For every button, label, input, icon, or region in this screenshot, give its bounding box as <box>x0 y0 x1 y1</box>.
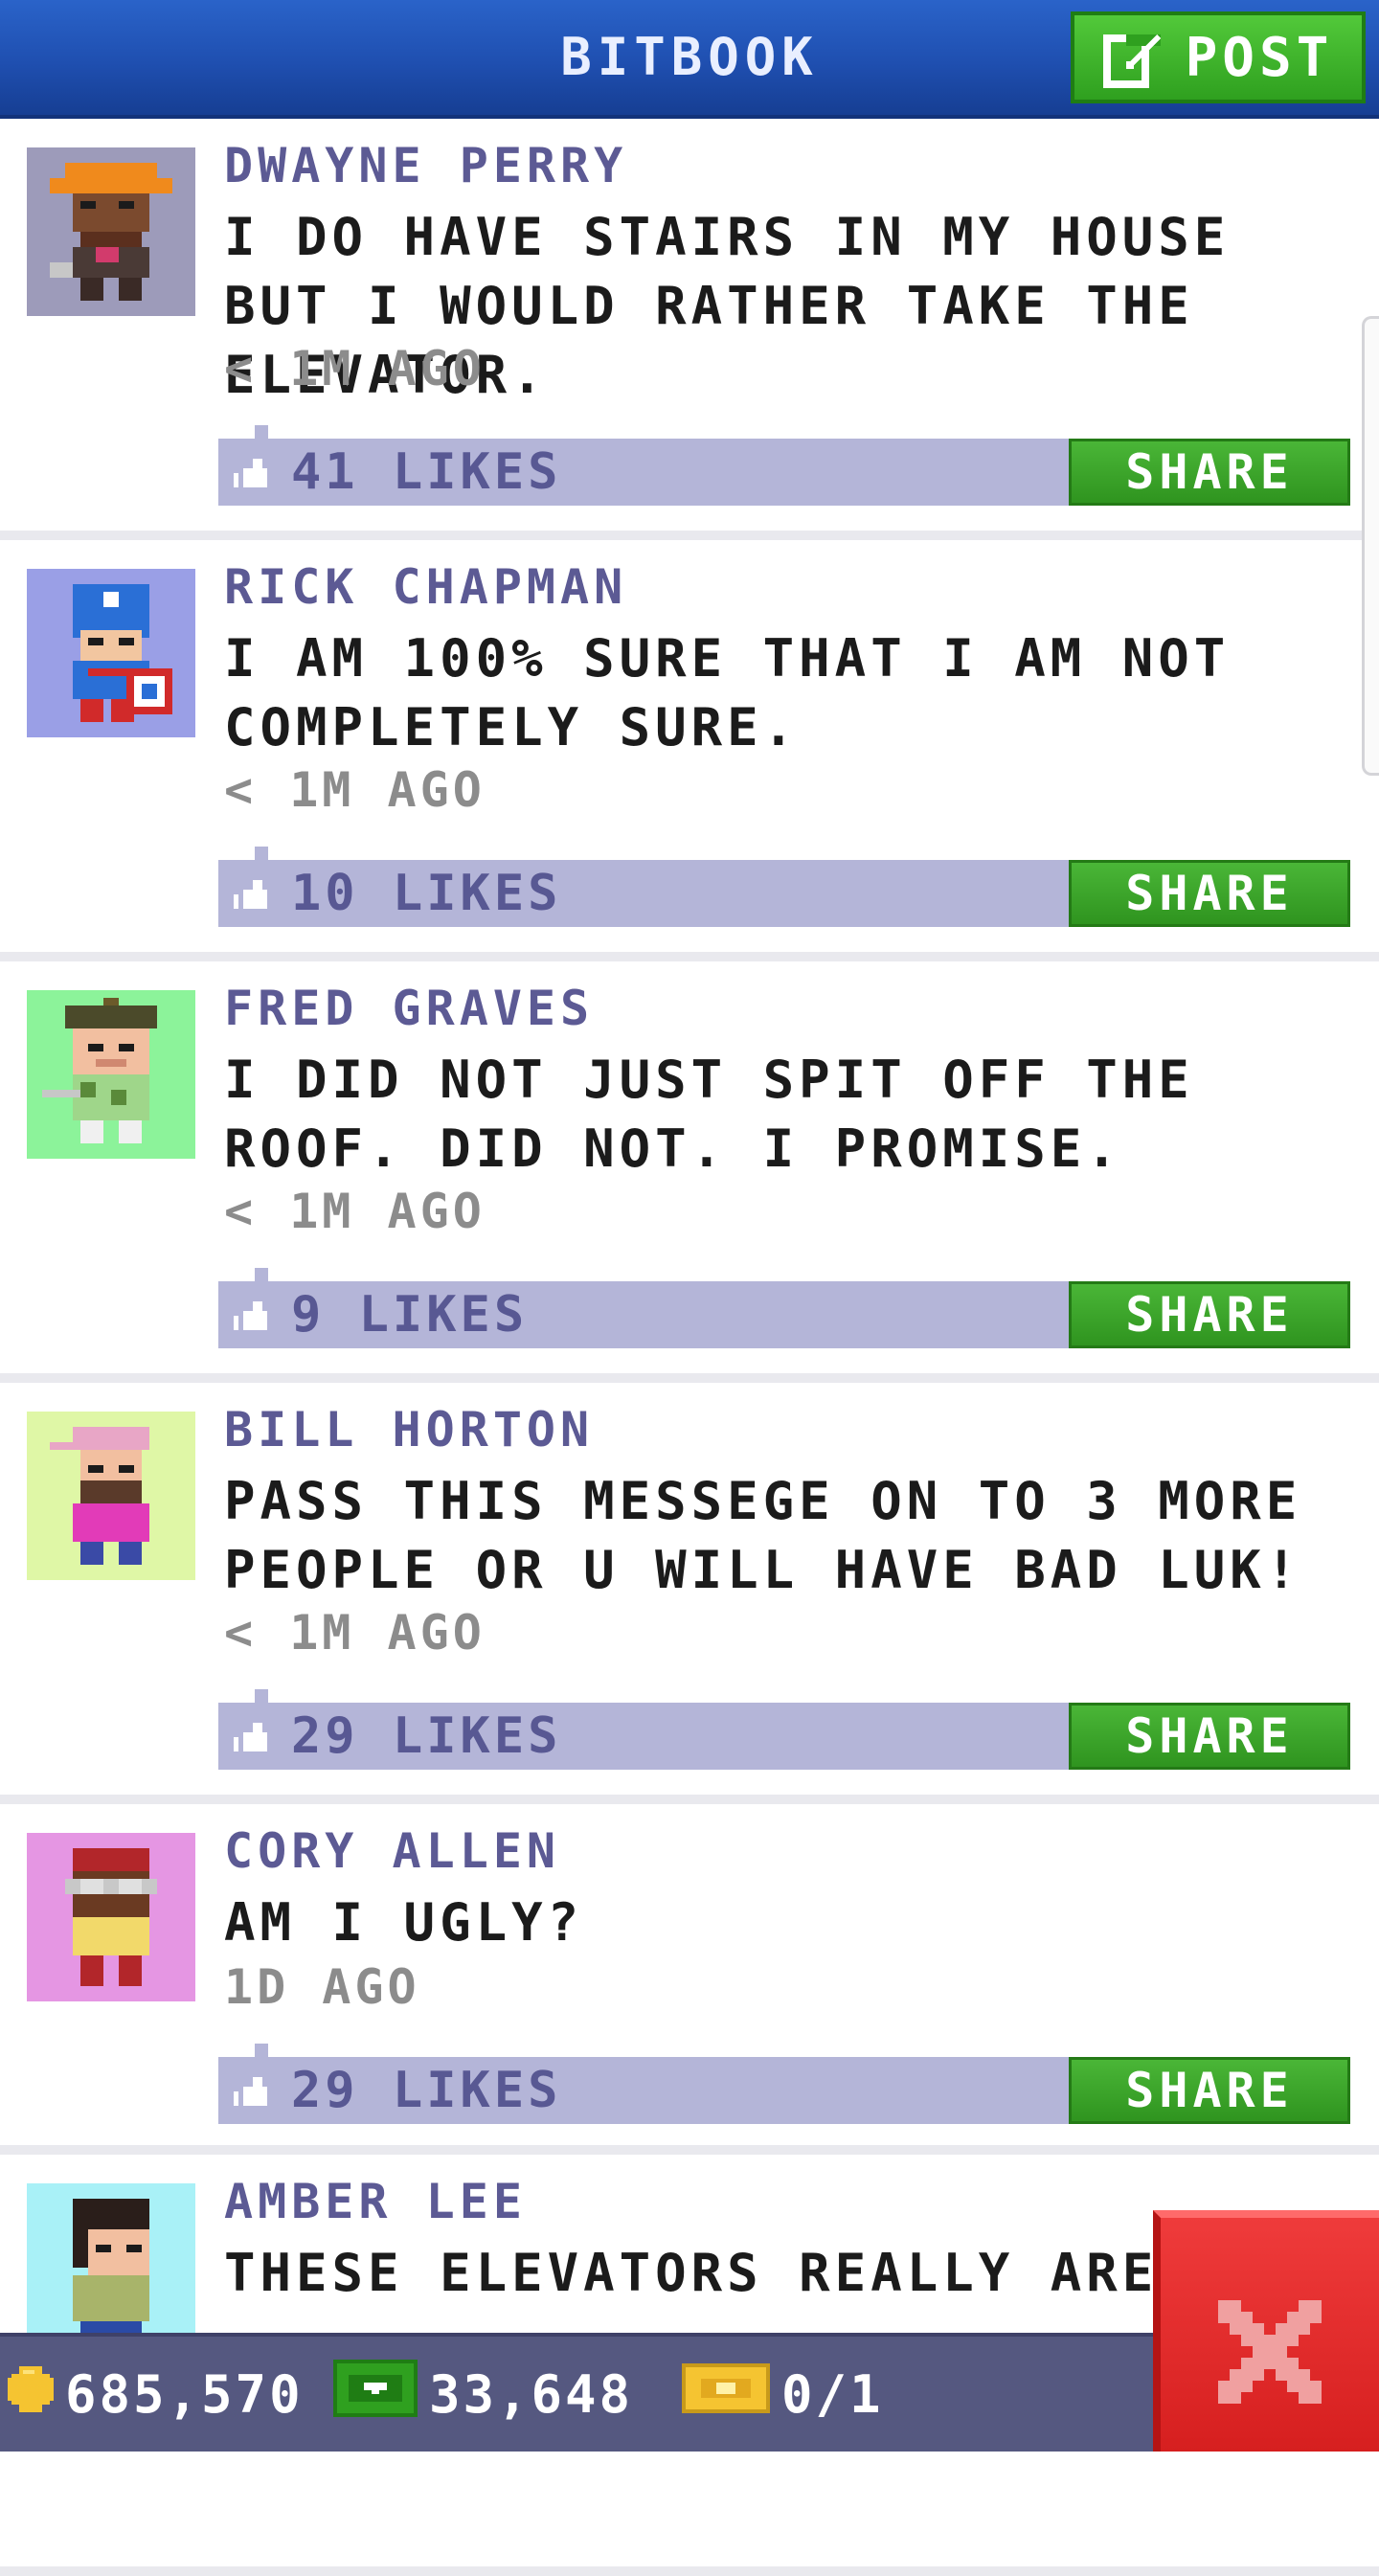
feed-post: BILL HORTON PASS THIS MESSEGE ON TO 3 MO… <box>0 1383 1379 1804</box>
post-feed[interactable]: DWAYNE PERRY I DO HAVE STAIRS IN MY HOUS… <box>0 119 1379 2576</box>
post-author: BILL HORTON <box>224 1402 595 1457</box>
likes-count: 41 LIKES <box>291 443 562 501</box>
scroll-indicator[interactable] <box>1362 316 1379 776</box>
like-bar: 29 LIKES SHARE <box>218 2044 1350 2124</box>
share-button[interactable]: SHARE <box>1069 439 1350 506</box>
feed-post: CORY ALLEN AM I UGLY? 1D AGO 29 LIKES SH… <box>0 1804 1379 2155</box>
likes-count: 29 LIKES <box>291 2062 562 2119</box>
share-button[interactable]: SHARE <box>1069 2057 1350 2124</box>
post-author: AMBER LEE <box>224 2174 527 2229</box>
post-time: < 1M AGO <box>224 1184 486 1239</box>
coins-stat: 685,570 <box>8 2337 304 2452</box>
ticket-icon <box>682 2362 770 2426</box>
close-icon <box>1218 2300 1322 2407</box>
share-button[interactable]: SHARE <box>1069 860 1350 927</box>
thumbs-up-icon[interactable] <box>234 1718 272 1756</box>
avatar <box>27 1412 195 1580</box>
share-button[interactable]: SHARE <box>1069 1281 1350 1348</box>
post-message: PASS THIS MESSEGE ON TO 3 MORE PEOPLE OR… <box>224 1471 1302 1600</box>
post-time: < 1M AGO <box>224 762 486 818</box>
thumbs-up-icon[interactable] <box>234 2072 272 2111</box>
post-author: RICK CHAPMAN <box>224 559 628 615</box>
thumbs-up-icon[interactable] <box>234 1297 272 1335</box>
avatar <box>27 2183 195 2352</box>
post-button-label: POST <box>1185 26 1334 89</box>
like-bar: 29 LIKES SHARE <box>218 1689 1350 1770</box>
likes-count: 10 LIKES <box>291 865 562 922</box>
post-author: FRED GRAVES <box>224 981 595 1036</box>
post-time: < 1M AGO <box>224 341 486 396</box>
bux-value: 33,648 <box>429 2363 634 2425</box>
likes-count: 9 LIKES <box>291 1286 529 1344</box>
close-button[interactable] <box>1153 2210 1379 2452</box>
like-bar: 41 LIKES SHARE <box>218 425 1350 506</box>
likes-count: 29 LIKES <box>291 1707 562 1765</box>
coin-icon <box>8 2364 54 2425</box>
feed-post: RICK CHAPMAN I AM 100% SURE THAT I AM NO… <box>0 540 1379 961</box>
post-author: CORY ALLEN <box>224 1823 561 1879</box>
avatar <box>27 147 195 316</box>
thumbs-up-icon[interactable] <box>234 875 272 914</box>
tickets-stat: 0/1 <box>682 2337 884 2452</box>
post-author: DWAYNE PERRY <box>224 138 628 193</box>
post-button[interactable]: POST <box>1071 11 1366 103</box>
like-bar: 9 LIKES SHARE <box>218 1268 1350 1348</box>
feed-post: FRED GRAVES I DID NOT JUST SPIT OFF THE … <box>0 961 1379 1383</box>
post-message: I AM 100% SURE THAT I AM NOT COMPLETELY … <box>224 628 1231 757</box>
avatar <box>27 569 195 737</box>
post-time: < 1M AGO <box>224 1605 486 1661</box>
bux-stat: 33,648 <box>333 2337 633 2452</box>
thumbs-up-icon[interactable] <box>234 454 272 492</box>
app-header: BITBOOK POST <box>0 0 1379 119</box>
post-message: AM I UGLY? <box>224 1892 584 1953</box>
tickets-value: 0/1 <box>781 2363 884 2425</box>
coins-value: 685,570 <box>65 2363 304 2425</box>
avatar <box>27 1833 195 2001</box>
post-time: 1D AGO <box>224 1959 420 2015</box>
edit-icon <box>1102 27 1164 88</box>
post-message: I DID NOT JUST SPIT OFF THE ROOF. DID NO… <box>224 1050 1194 1179</box>
share-button[interactable]: SHARE <box>1069 1703 1350 1770</box>
like-bar: 10 LIKES SHARE <box>218 847 1350 927</box>
bux-icon <box>333 2359 418 2429</box>
avatar <box>27 990 195 1159</box>
feed-post: DWAYNE PERRY I DO HAVE STAIRS IN MY HOUS… <box>0 119 1379 540</box>
